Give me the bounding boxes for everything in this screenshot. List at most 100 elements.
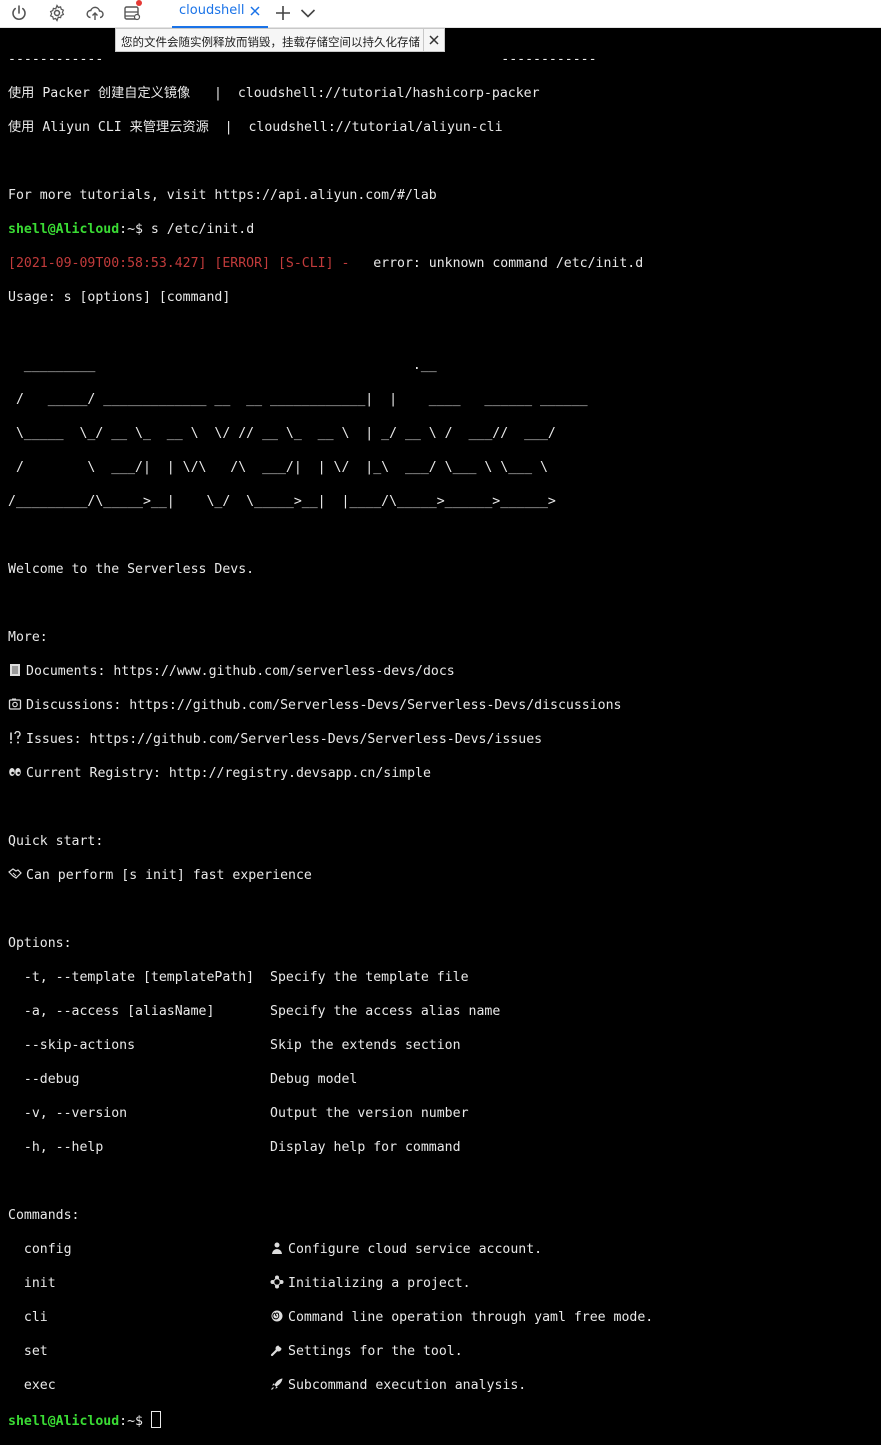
- command-desc: Initializing a project.: [288, 1276, 471, 1291]
- banner-line: / \ ___/| | \/\ /\ ___/| | \/ |_\ ___/ \…: [8, 460, 548, 475]
- chevron-down-icon[interactable]: [297, 2, 319, 24]
- tab-label: cloudshell: [179, 3, 245, 18]
- network-icon: [270, 1275, 288, 1289]
- tab-cloudshell[interactable]: cloudshell: [172, 0, 268, 28]
- handshake-icon: [8, 867, 26, 881]
- option-row: --debug Debug model: [8, 1071, 881, 1088]
- more-item-text: Current Registry: http://registry.devsap…: [26, 766, 431, 781]
- cloudshell-toolbar: cloudshell: [0, 0, 881, 28]
- prompt-line: shell@Alicloud:~$ s /etc/init.d: [8, 221, 881, 238]
- notice-text: 您的文件会随实例释放而销毁，挂载存储空间以持久化存储: [121, 35, 420, 49]
- options-label: Options:: [8, 936, 72, 951]
- notification-dot: [136, 0, 142, 6]
- option-flag: --debug: [8, 1072, 271, 1087]
- banner-line: _________ .__: [8, 358, 437, 373]
- close-icon[interactable]: [248, 3, 262, 17]
- command-row: exec Subcommand execution analysis.: [8, 1377, 881, 1394]
- command-desc: Settings for the tool.: [288, 1344, 463, 1359]
- command-desc: Configure cloud service account.: [288, 1242, 543, 1257]
- tutorial-line: 使用 Packer 创建自定义镜像 | cloudshell://tutoria…: [8, 86, 540, 101]
- option-flag: --skip-actions: [8, 1038, 271, 1053]
- quickstart-label: Quick start:: [8, 834, 104, 849]
- command-name: cli: [8, 1310, 271, 1325]
- option-desc: Specify the template file: [270, 970, 469, 985]
- option-flag: -v, --version: [8, 1106, 271, 1121]
- add-icon[interactable]: [272, 2, 294, 24]
- more-item: Issues: https://github.com/Serverless-De…: [8, 731, 881, 748]
- option-desc: Output the version number: [270, 1106, 469, 1121]
- option-flag: -t, --template [templatePath]: [8, 970, 271, 985]
- option-row: -a, --access [aliasName] Specify the acc…: [8, 1003, 881, 1020]
- option-row: --skip-actions Skip the extends section: [8, 1037, 881, 1054]
- final-prompt-line[interactable]: shell@Alicloud:~$: [8, 1411, 881, 1428]
- commands-label: Commands:: [8, 1208, 80, 1223]
- command-row: cli Command line operation through yaml …: [8, 1309, 881, 1326]
- prompt-user: shell@Alicloud: [8, 222, 120, 237]
- more-tutorials-line: For more tutorials, visit https://api.al…: [8, 188, 437, 203]
- command-name: set: [8, 1344, 271, 1359]
- prompt-separator: :~$: [119, 1414, 151, 1428]
- more-item: Current Registry: http://registry.devsap…: [8, 765, 881, 782]
- wrench-icon: [270, 1343, 288, 1357]
- rocket-icon: [270, 1377, 288, 1391]
- separator-right: ------------: [501, 52, 597, 67]
- error-message: error: unknown command /etc/init.d: [349, 256, 644, 271]
- exclamation-question-icon: [8, 731, 26, 745]
- close-icon[interactable]: [423, 29, 444, 51]
- gear-icon[interactable]: [46, 2, 68, 24]
- cloud-upload-icon[interactable]: [84, 2, 106, 24]
- error-line: [2021-09-09T00:58:53.427] [ERROR] [S-CLI…: [8, 255, 881, 272]
- option-flag: -a, --access [aliasName]: [8, 1004, 271, 1019]
- option-flag: -h, --help: [8, 1140, 271, 1155]
- terminal-cursor[interactable]: [150, 1411, 161, 1428]
- command-row: init Initializing a project.: [8, 1275, 881, 1292]
- eyes-icon: [8, 765, 26, 779]
- banner-line: \_____ \_/ __ \_ __ \ \/ // __ \_ __ \ |…: [8, 426, 556, 441]
- command-row: config Configure cloud service account.: [8, 1241, 881, 1258]
- quickstart-text: Can perform [s init] fast experience: [26, 868, 312, 883]
- more-item-text: Documents: https://www.github.com/server…: [26, 664, 455, 679]
- power-icon[interactable]: [8, 2, 30, 24]
- command-desc: Command line operation through yaml free…: [288, 1310, 654, 1325]
- option-desc: Specify the access alias name: [270, 1004, 501, 1019]
- camera-icon: [8, 697, 26, 711]
- option-row: -h, --help Display help for command: [8, 1139, 881, 1156]
- more-item-text: Discussions: https://github.com/Serverle…: [26, 698, 622, 713]
- book-icon: [8, 663, 26, 677]
- option-row: -t, --template [templatePath] Specify th…: [8, 969, 881, 986]
- quickstart-item: Can perform [s init] fast experience: [8, 867, 881, 884]
- more-item-text: Issues: https://github.com/Serverless-De…: [26, 732, 543, 747]
- more-item: Documents: https://www.github.com/server…: [8, 663, 881, 680]
- command-desc: Subcommand execution analysis.: [288, 1378, 527, 1393]
- separator-left: ------------: [8, 52, 104, 67]
- command-name: init: [8, 1276, 271, 1291]
- option-desc: Skip the extends section: [270, 1038, 461, 1053]
- more-item: Discussions: https://github.com/Serverle…: [8, 697, 881, 714]
- tutorial-line: 使用 Aliyun CLI 来管理云资源 | cloudshell://tuto…: [8, 120, 503, 135]
- more-label: More:: [8, 630, 48, 645]
- welcome-line: Welcome to the Serverless Devs.: [8, 562, 255, 577]
- option-row: -v, --version Output the version number: [8, 1105, 881, 1122]
- command-name: config: [8, 1242, 271, 1257]
- person-icon: [270, 1241, 288, 1255]
- command-name: exec: [8, 1378, 271, 1393]
- spiral-icon: [270, 1309, 288, 1323]
- command-text: s /etc/init.d: [150, 222, 255, 237]
- separator-line: ------------ ------------: [8, 51, 881, 68]
- usage-line: Usage: s [options] [command]: [8, 290, 231, 305]
- banner-line: / _____/ _____________ __ __ ___________…: [8, 392, 588, 407]
- option-desc: Display help for command: [270, 1140, 461, 1155]
- storage-notice-tooltip: 您的文件会随实例释放而销毁，挂载存储空间以持久化存储: [115, 28, 445, 52]
- error-prefix: [2021-09-09T00:58:53.427] [ERROR] [S-CLI…: [8, 256, 350, 271]
- prompt-user: shell@Alicloud: [8, 1414, 120, 1428]
- banner-line: /_________/\_____>__| \_/ \_____>__| |__…: [8, 494, 556, 509]
- option-desc: Debug model: [270, 1072, 358, 1087]
- command-row: set Settings for the tool.: [8, 1343, 881, 1360]
- terminal-output[interactable]: ------------ ------------ 使用 Packer 创建自定义…: [8, 34, 881, 1445]
